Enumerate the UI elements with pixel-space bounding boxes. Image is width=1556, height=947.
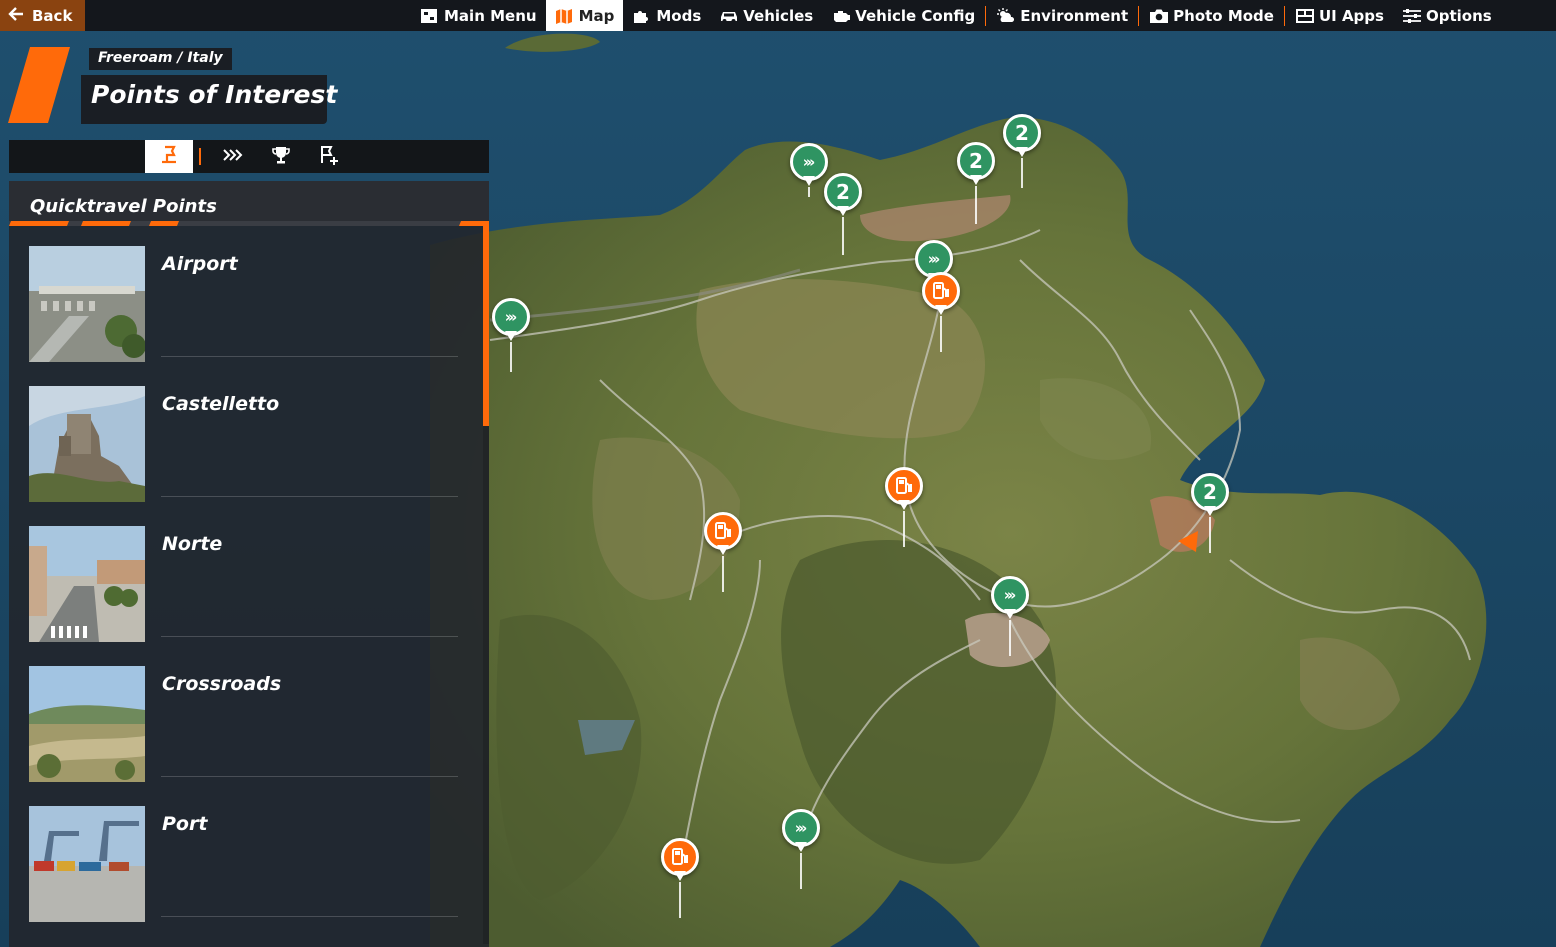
poi-thumbnail xyxy=(29,806,145,922)
gas-station-pin[interactable] xyxy=(704,512,742,592)
poi-thumbnail xyxy=(29,526,145,642)
quicktravel-pin[interactable]: ››› xyxy=(790,143,828,197)
engine-icon xyxy=(831,8,851,24)
spawn-flag-icon xyxy=(159,145,179,169)
tab-quicktravel[interactable] xyxy=(145,140,193,173)
sliders-icon xyxy=(1402,8,1421,24)
main-menu-icon xyxy=(420,8,438,24)
ui-apps-icon xyxy=(1295,8,1314,24)
header-stripe xyxy=(9,221,489,226)
add-flag-icon xyxy=(318,145,340,169)
nav-mods[interactable]: Mods xyxy=(623,0,710,31)
top-menu-bar: Back Main Menu Map Mods Vehicles Vehicle… xyxy=(0,0,1556,31)
nav-photo-mode[interactable]: Photo Mode xyxy=(1140,0,1283,31)
mission-pin[interactable]: 2 xyxy=(824,173,862,255)
list-item-castelletto[interactable]: Castelletto xyxy=(29,386,459,526)
weather-icon xyxy=(996,7,1015,24)
tab-challenges[interactable] xyxy=(257,140,305,173)
main-nav: Main Menu Map Mods Vehicles Vehicle Conf… xyxy=(411,0,1501,31)
list-header: Quicktravel Points xyxy=(9,181,489,221)
tab-separator xyxy=(199,148,201,165)
nav-vehicles[interactable]: Vehicles xyxy=(710,0,822,31)
list-divider xyxy=(161,916,458,917)
gas-station-pin[interactable] xyxy=(661,838,699,918)
nav-separator xyxy=(1283,5,1285,26)
poi-label: Castelletto xyxy=(162,393,280,415)
list-item-airport[interactable]: Airport xyxy=(29,246,459,386)
puzzle-icon xyxy=(632,8,650,24)
poi-thumbnail xyxy=(29,666,145,782)
back-label: Back xyxy=(32,6,73,25)
poi-tab-bar xyxy=(9,140,489,173)
breadcrumb: Freeroam / Italy xyxy=(89,48,232,70)
map-icon xyxy=(555,8,573,24)
quicktravel-list-panel: Quicktravel Points Airport Castelletto N… xyxy=(9,181,489,947)
tab-custom-points[interactable] xyxy=(305,140,353,173)
quicktravel-pin[interactable]: ››› xyxy=(782,809,820,889)
scrollbar-thumb[interactable] xyxy=(483,224,489,426)
mission-pin[interactable]: 2 xyxy=(1003,114,1041,188)
list-divider xyxy=(161,776,458,777)
list-divider xyxy=(161,356,458,357)
nav-separator xyxy=(985,5,987,26)
poi-thumbnail xyxy=(29,246,145,362)
nav-environment[interactable]: Environment xyxy=(987,0,1137,31)
poi-label: Crossroads xyxy=(162,673,282,695)
nav-separator xyxy=(1138,5,1140,26)
camera-icon xyxy=(1149,8,1169,24)
trophy-icon xyxy=(271,145,291,169)
quicktravel-pin[interactable]: ››› xyxy=(991,576,1029,656)
poi-label: Norte xyxy=(162,533,223,555)
chevrons-icon xyxy=(222,147,244,166)
poi-label: Airport xyxy=(162,253,238,275)
list-divider xyxy=(161,636,458,637)
mission-pin[interactable]: 2 xyxy=(1191,473,1229,553)
gas-station-pin[interactable] xyxy=(885,467,923,547)
nav-map[interactable]: Map xyxy=(545,0,624,31)
poi-label: Port xyxy=(162,813,208,835)
nav-main-menu[interactable]: Main Menu xyxy=(411,0,546,31)
arrow-left-icon xyxy=(8,6,24,25)
quicktravel-pin[interactable]: ››› xyxy=(492,298,530,372)
list-item-crossroads[interactable]: Crossroads xyxy=(29,666,459,806)
nav-vehicle-config[interactable]: Vehicle Config xyxy=(822,0,984,31)
list-item-port[interactable]: Port xyxy=(29,806,459,946)
list-title: Quicktravel Points xyxy=(30,196,217,217)
page-title: Points of Interest xyxy=(81,75,337,124)
list-divider xyxy=(161,496,458,497)
poi-thumbnail xyxy=(29,386,145,502)
gas-station-pin[interactable] xyxy=(922,272,960,352)
back-button[interactable]: Back xyxy=(0,0,85,31)
list-item-norte[interactable]: Norte xyxy=(29,526,459,666)
brand-slash-logo xyxy=(8,47,70,123)
mission-pin[interactable]: 2 xyxy=(957,142,995,224)
nav-ui-apps[interactable]: UI Apps xyxy=(1286,0,1393,31)
car-icon xyxy=(719,8,738,24)
tab-chevrons[interactable] xyxy=(209,140,257,173)
nav-options[interactable]: Options xyxy=(1393,0,1501,31)
